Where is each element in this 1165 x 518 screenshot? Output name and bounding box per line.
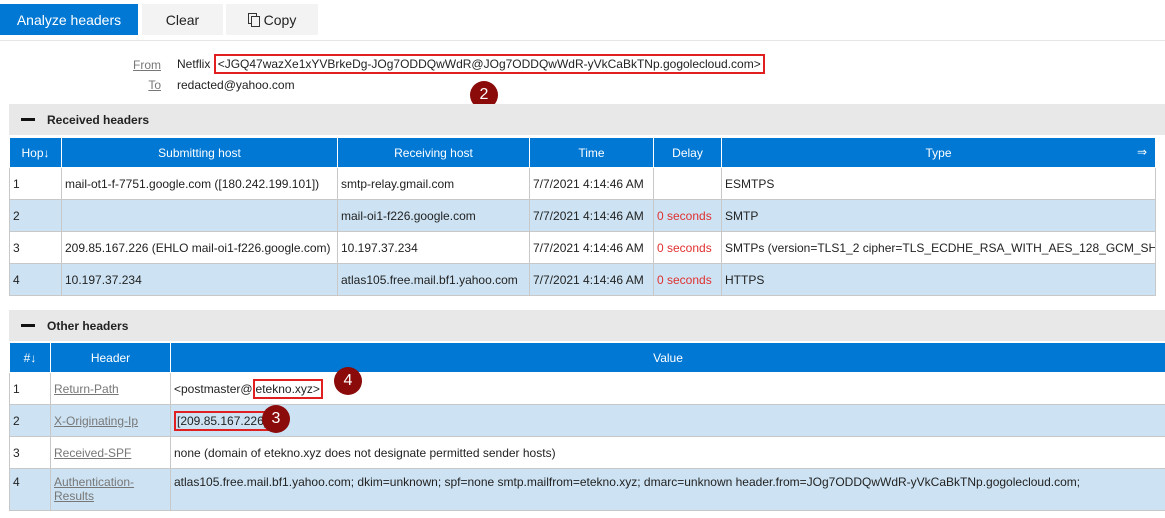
number-cell: 4 [9, 468, 51, 511]
table-row: 2 mail-oi1-f226.google.com 7/7/2021 4:14… [9, 199, 1156, 232]
hop-cell: 2 [9, 199, 62, 232]
header-link-authentication-results[interactable]: Authentication- Results [54, 475, 134, 503]
receiving-host-cell: mail-oi1-f226.google.com [337, 199, 530, 232]
header-link-return-path[interactable]: Return-Path [54, 382, 119, 396]
copy-button[interactable]: Copy [226, 4, 318, 35]
table-row: 1 mail-ot1-f-7751.google.com ([180.242.1… [9, 167, 1156, 200]
type-cell: ESMTPS [721, 167, 1156, 200]
type-header-label: Type [925, 145, 952, 160]
table-row: 3 209.85.167.226 (EHLO mail-oi1-f226.goo… [9, 231, 1156, 264]
submitting-host-cell: mail-ot1-f-7751.google.com ([180.242.199… [61, 167, 338, 200]
receiving-host-cell: 10.197.37.234 [337, 231, 530, 264]
column-header-type[interactable]: Type ⇒ [721, 137, 1156, 168]
received-headers-title: Received headers [47, 112, 150, 127]
receiving-host-cell: smtp-relay.gmail.com [337, 167, 530, 200]
time-cell: 7/7/2021 4:14:46 AM [529, 167, 654, 200]
table-row: 4 Authentication- Results atlas105.free.m… [9, 468, 1165, 511]
hop-cell: 4 [9, 263, 62, 296]
column-header-time[interactable]: Time [529, 137, 654, 168]
to-label[interactable]: To [148, 78, 161, 92]
type-cell: SMTP [721, 199, 1156, 232]
column-header-header[interactable]: Header [50, 342, 171, 373]
column-header-hop[interactable]: Hop↓ [9, 137, 62, 168]
submitting-host-cell: 209.85.167.226 (EHLO mail-oi1-f226.googl… [61, 231, 338, 264]
header-cell: X-Originating-Ip [50, 404, 171, 437]
collapse-icon[interactable] [21, 118, 35, 121]
number-cell: 3 [9, 436, 51, 469]
type-cell: HTTPS [721, 263, 1156, 296]
time-cell: 7/7/2021 4:14:46 AM [529, 263, 654, 296]
delay-cell: 0 seconds [653, 199, 722, 232]
header-cell: Received-SPF [50, 436, 171, 469]
column-header-value[interactable]: Value [170, 342, 1165, 373]
time-cell: 7/7/2021 4:14:46 AM [529, 199, 654, 232]
other-headers-title: Other headers [47, 318, 129, 333]
return-path-domain: etekno.xyz> [252, 378, 323, 399]
value-cell: [209.85.167.226] [170, 404, 1165, 437]
delay-cell [653, 167, 722, 200]
copy-icon [247, 13, 260, 27]
column-header-number[interactable]: #↓ [9, 342, 51, 373]
expand-arrow-icon[interactable]: ⇒ [1137, 145, 1147, 159]
column-header-submitting-host[interactable]: Submitting host [61, 137, 338, 168]
collapse-icon[interactable] [21, 324, 35, 327]
header-line-1: Authentication- [54, 475, 135, 489]
table-row: 1 Return-Path <postmaster@ etekno.xyz> [9, 372, 1165, 405]
hop-cell: 3 [9, 231, 62, 264]
table-row: 4 10.197.37.234 atlas105.free.mail.bf1.y… [9, 263, 1156, 296]
other-headers-table: #↓ Header Value 1 Return-Path <postmaste… [9, 342, 1165, 511]
submitting-host-cell: 10.197.37.234 [61, 263, 338, 296]
type-cell: SMTPs (version=TLS1_2 cipher=TLS_ECDHE_R… [721, 231, 1156, 264]
annotation-marker-3: 3 [262, 405, 290, 433]
header-link-received-spf[interactable]: Received-SPF [54, 446, 131, 460]
time-cell: 7/7/2021 4:14:46 AM [529, 231, 654, 264]
submitting-host-cell [61, 199, 338, 232]
to-value: redacted@yahoo.com [177, 78, 295, 92]
delay-cell: 0 seconds [653, 231, 722, 264]
value-cell: none (domain of etekno.xyz does not desi… [170, 436, 1165, 469]
header-line-2: Results [54, 489, 95, 503]
from-label[interactable]: From [133, 58, 161, 72]
received-headers-table: Hop↓ Submitting host Receiving host Time… [9, 137, 1156, 296]
table-row: 3 Received-SPF none (domain of etekno.xy… [9, 436, 1165, 469]
other-headers-section[interactable]: Other headers [9, 310, 1165, 341]
analyze-headers-button[interactable]: Analyze headers [0, 4, 138, 35]
header-link-x-originating-ip[interactable]: X-Originating-Ip [54, 414, 138, 428]
header-cell: Authentication- Results [50, 468, 171, 511]
toolbar-divider [0, 40, 1165, 41]
column-header-receiving-host[interactable]: Receiving host [337, 137, 530, 168]
hop-cell: 1 [9, 167, 62, 200]
from-value: Netflix <JGQ47wazXe1xYVBrkeDg-JOg7ODDQwW… [177, 54, 765, 74]
table-row: 2 X-Originating-Ip [209.85.167.226] [9, 404, 1165, 437]
originating-ip-value: [209.85.167.226] [174, 410, 271, 431]
copy-button-label: Copy [263, 11, 297, 28]
receiving-host-cell: atlas105.free.mail.bf1.yahoo.com [337, 263, 530, 296]
delay-cell: 0 seconds [653, 263, 722, 296]
number-cell: 1 [9, 372, 51, 405]
clear-button[interactable]: Clear [142, 4, 223, 35]
number-cell: 2 [9, 404, 51, 437]
value-cell: <postmaster@ etekno.xyz> [170, 372, 1165, 405]
from-name: Netflix [177, 57, 214, 71]
from-address: <JGQ47wazXe1xYVBrkeDg-JOg7ODDQwWdR@JOg7O… [213, 54, 765, 74]
header-cell: Return-Path [50, 372, 171, 405]
received-headers-section[interactable]: Received headers [9, 104, 1165, 135]
return-path-prefix: <postmaster@ [174, 381, 253, 396]
column-header-delay[interactable]: Delay [653, 137, 722, 168]
value-cell: atlas105.free.mail.bf1.yahoo.com; dkim=u… [170, 468, 1165, 511]
annotation-marker-4: 4 [334, 367, 362, 395]
